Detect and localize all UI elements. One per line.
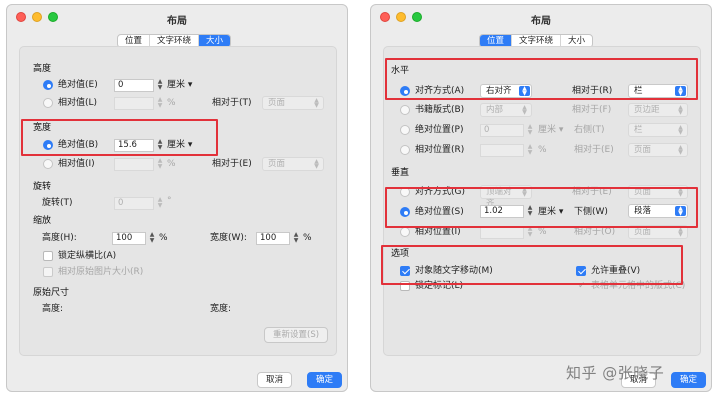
relative-original-checkbox[interactable] [43,267,53,277]
width-relative-label: 相对值(I) [58,159,95,169]
horizontal-absolute-stepper[interactable]: ▲ ▼ [526,124,534,137]
select-arrows-icon: ▲ ▼ [678,144,683,156]
scale-width-input[interactable]: 100 [256,232,290,245]
watermark: 知乎 @张晓子 [566,364,665,382]
horizontal-relative-pct: % [538,145,547,155]
scale-section-title: 缩放 [33,216,52,226]
horizontal-absolute-radio[interactable] [400,125,410,135]
width-relative-pct: % [167,159,176,169]
relative-original-label: 相对原始图片大小(R) [58,267,144,277]
title-bar: 布局 [371,5,711,29]
horizontal-book-rel-label: 相对于(F) [572,105,612,115]
horizontal-relative-label: 相对位置(R) [415,145,465,155]
select-arrows-icon: ▲ ▼ [522,104,527,116]
height-relative-to-select[interactable]: 页面 ▲ ▼ [262,96,324,110]
original-width-label: 宽度: [210,304,232,314]
horizontal-book-select[interactable]: 内部 ▲ ▼ [480,103,532,117]
horizontal-relative-rel-label: 相对于(E) [574,145,614,155]
select-arrows-icon: ▲ ▼ [678,124,683,136]
horizontal-relative-rel-select[interactable]: 页面 ▲ ▼ [628,143,688,157]
width-relative-to-label: 相对于(E) [212,159,252,169]
height-relative-to-label: 相对于(T) [212,98,252,108]
horizontal-absolute-input[interactable]: 0 [480,124,524,137]
original-height-label: 高度: [42,304,64,314]
width-relative-input[interactable] [114,158,154,171]
rotation-stepper[interactable]: ▲ ▼ [156,197,164,210]
horizontal-absolute-label: 绝对位置(P) [415,125,464,135]
rotation-section-title: 旋转 [33,182,52,192]
horizontal-absolute-unit[interactable]: 厘米 ▾ [538,125,563,136]
scale-width-label: 宽度(W): [210,233,247,243]
width-relative-stepper[interactable]: ▲ ▼ [156,158,164,171]
horizontal-highlight-box [385,58,698,100]
original-size-section-title: 原始尺寸 [33,288,70,298]
title-bar: 布局 [7,5,347,29]
vertical-relative-pct: % [538,227,547,237]
cancel-button[interactable]: 取消 [257,372,293,388]
width-relative-radio[interactable] [43,159,53,169]
height-absolute-input[interactable]: 0 [114,79,154,92]
vertical-relative-radio[interactable] [400,227,410,237]
select-arrows-icon: ▲ ▼ [678,226,683,238]
horizontal-relative-radio[interactable] [400,145,410,155]
horizontal-book-label: 书籍版式(B) [415,105,465,115]
vertical-relative-rel-label: 相对于(O) [574,227,616,237]
height-relative-label: 相对值(L) [58,98,98,108]
lock-aspect-checkbox[interactable] [43,251,53,261]
height-unit-select[interactable]: 厘米 ▾ [167,80,192,91]
horizontal-relative-stepper[interactable]: ▲ ▼ [526,144,534,157]
lock-aspect-label: 锁定纵横比(A) [58,251,117,261]
select-arrows-icon: ▲ ▼ [678,104,683,116]
height-relative-pct: % [167,98,176,108]
scale-height-pct: % [159,233,168,243]
height-relative-stepper[interactable]: ▲ ▼ [156,97,164,110]
vertical-highlight-box [385,187,698,228]
vertical-relative-label: 相对位置(I) [415,227,461,237]
height-section-title: 高度 [33,64,52,74]
vertical-section-title: 垂直 [391,168,410,178]
horizontal-book-rel-select[interactable]: 页边距 ▲ ▼ [628,103,688,117]
horizontal-relative-input[interactable] [480,144,524,157]
horizontal-absolute-rel-label: 右侧(T) [574,125,605,135]
window-title: 布局 [531,16,551,27]
select-arrows-icon: ▲ ▼ [314,97,319,109]
height-relative-radio[interactable] [43,98,53,108]
rotation-input[interactable]: 0 [114,197,154,210]
options-highlight-box [381,245,683,285]
width-relative-to-select[interactable]: 页面 ▲ ▼ [262,157,324,171]
horizontal-book-radio[interactable] [400,105,410,115]
window-title: 布局 [167,16,187,27]
width-highlight-box [21,119,218,156]
reset-button[interactable]: 重新设置(S) [264,327,329,343]
scale-width-pct: % [303,233,312,243]
height-absolute-radio[interactable] [43,80,53,90]
height-relative-input[interactable] [114,97,154,110]
layout-dialog-position: 布局 位置 文字环绕 大小 水平 对齐方式(A) 右对齐 ▲ ▼ 相对于(R) 栏 ▲… [370,4,712,392]
scale-height-input[interactable]: 100 [112,232,146,245]
height-absolute-stepper[interactable]: ▲ ▼ [156,79,164,92]
scale-height-label: 高度(H): [42,233,77,243]
horizontal-absolute-rel-select[interactable]: 栏 ▲ ▼ [628,123,688,137]
layout-dialog-size: 布局 位置 文字环绕 大小 高度 绝对值(E) 0 ▲ ▼ 厘米 ▾ 相对值(L)… [6,4,348,392]
rotation-degree: ° [167,196,172,206]
select-arrows-icon: ▲ ▼ [314,158,319,170]
size-panel: 高度 绝对值(E) 0 ▲ ▼ 厘米 ▾ 相对值(L) ▲ ▼ % 相对于(T) 页… [19,46,337,356]
ok-button[interactable]: 确定 [307,372,343,388]
scale-width-stepper[interactable]: ▲ ▼ [292,232,300,245]
scale-height-stepper[interactable]: ▲ ▼ [148,232,156,245]
rotation-label: 旋转(T) [42,198,73,208]
ok-button[interactable]: 确定 [671,372,707,388]
height-absolute-label: 绝对值(E) [58,80,98,90]
